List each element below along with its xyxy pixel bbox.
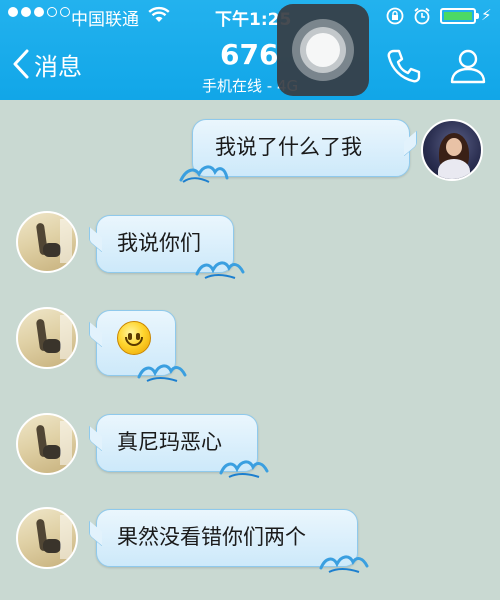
message-text: 我说了什么了我 bbox=[215, 135, 362, 159]
friend-avatar[interactable] bbox=[16, 307, 78, 369]
friend-avatar[interactable] bbox=[16, 413, 78, 475]
alarm-clock-icon bbox=[413, 7, 431, 30]
message-text: 真尼玛恶心 bbox=[117, 430, 222, 454]
battery-icon bbox=[440, 8, 479, 24]
status-bar: 中国联通 下午1:25 ⚡ bbox=[0, 0, 500, 32]
wave-decoration-icon bbox=[195, 261, 245, 279]
message-bubble-incoming[interactable]: 果然没看错你们两个 bbox=[89, 509, 369, 573]
message-bubble-incoming[interactable]: 真尼玛恶心 bbox=[89, 414, 269, 478]
back-button[interactable]: 消息 bbox=[12, 46, 82, 82]
message-bubble-outgoing[interactable]: 我说了什么了我 bbox=[179, 119, 417, 183]
my-avatar[interactable] bbox=[421, 119, 483, 181]
charging-bolt-icon: ⚡ bbox=[481, 6, 492, 24]
message-text: 我说你们 bbox=[117, 231, 201, 255]
user-icon bbox=[450, 49, 486, 84]
phone-icon bbox=[387, 49, 421, 83]
profile-button[interactable] bbox=[448, 46, 488, 90]
wave-decoration-icon bbox=[219, 460, 269, 478]
call-button[interactable] bbox=[384, 46, 424, 90]
signal-strength-icon bbox=[8, 7, 70, 17]
chevron-left-icon bbox=[13, 49, 29, 79]
navigation-bar: 中国联通 下午1:25 ⚡ 消息 676 手机在线 - 4G bbox=[0, 0, 500, 100]
friend-avatar[interactable] bbox=[16, 507, 78, 569]
friend-avatar[interactable] bbox=[16, 211, 78, 273]
message-text: 果然没看错你们两个 bbox=[117, 525, 306, 549]
message-bubble-incoming[interactable]: 我说你们 bbox=[89, 215, 245, 279]
smiley-face-icon bbox=[117, 321, 151, 355]
chat-title: 676 bbox=[220, 38, 279, 71]
back-label: 消息 bbox=[34, 52, 82, 81]
rotation-lock-icon bbox=[386, 7, 404, 30]
wifi-icon bbox=[148, 6, 170, 28]
carrier-name: 中国联通 bbox=[71, 10, 139, 30]
wave-decoration-icon bbox=[179, 165, 229, 183]
message-bubble-incoming[interactable] bbox=[89, 310, 187, 382]
wave-decoration-icon bbox=[137, 364, 187, 382]
wave-decoration-icon bbox=[319, 555, 369, 573]
assistive-touch-button[interactable] bbox=[277, 4, 369, 96]
